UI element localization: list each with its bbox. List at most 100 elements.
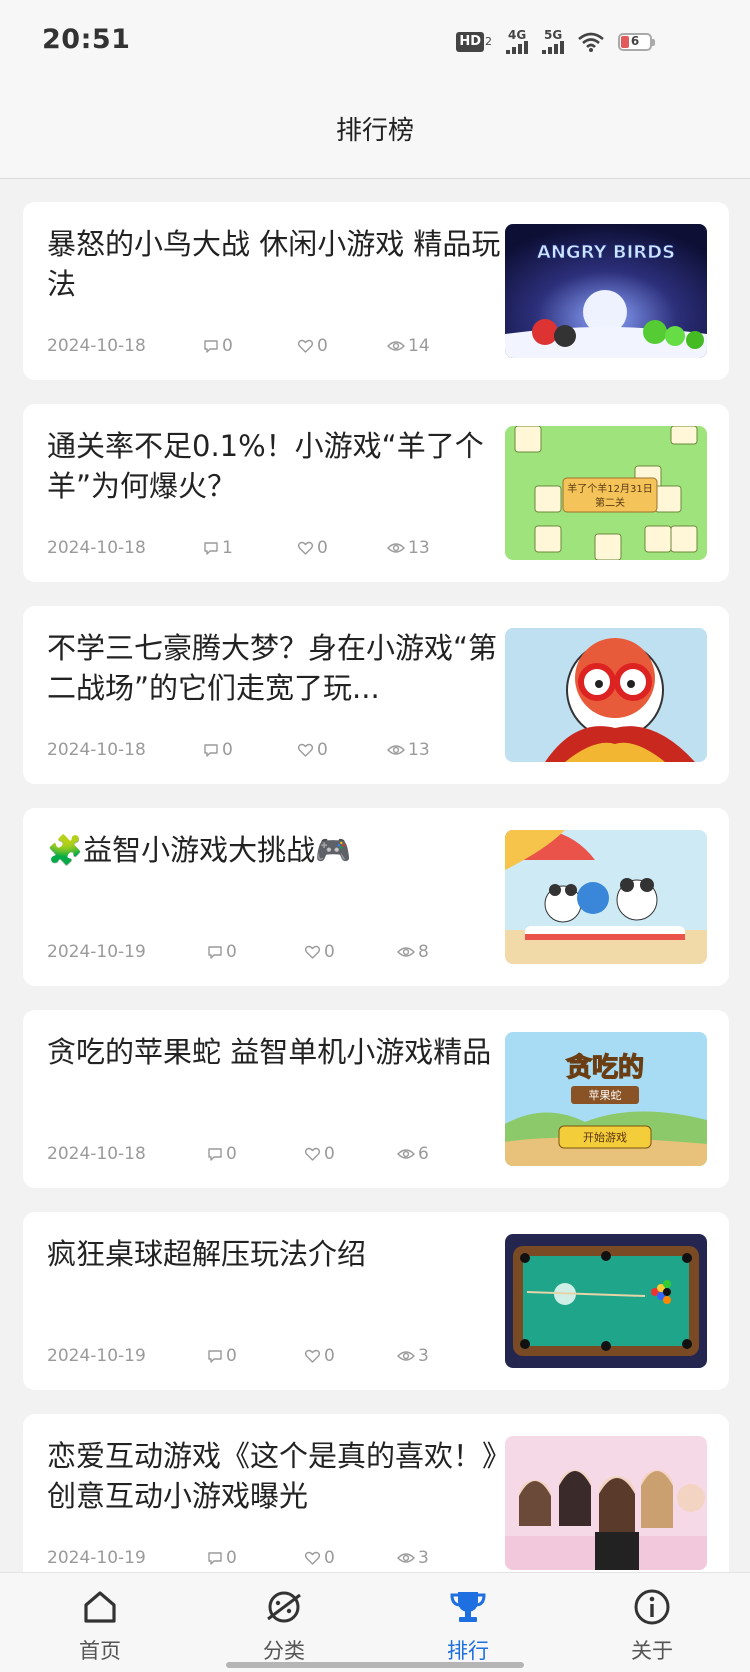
article-date: 2024-10-19	[47, 1548, 146, 1568]
article-meta: 2024-10-18 0 0 6	[47, 1144, 477, 1166]
battery-level: 6	[630, 34, 640, 48]
like-count-value: 0	[317, 336, 328, 356]
view-count: 14	[387, 336, 430, 356]
view-count-value: 3	[418, 1548, 429, 1568]
like-count: 0	[297, 336, 328, 356]
nav-label-home: 首页	[79, 1639, 121, 1663]
article-card[interactable]: 贪吃的苹果蛇 益智单机小游戏精品 2024-10-18 0 0 6 贪吃的 苹果…	[23, 1010, 729, 1188]
view-count: 3	[397, 1548, 429, 1568]
article-card[interactable]: 通关率不足0.1%！小游戏“羊了个羊”为何爆火？ 2024-10-18 1 0 …	[23, 404, 729, 582]
article-date: 2024-10-18	[47, 538, 146, 558]
comment-count: 0	[207, 1144, 237, 1164]
view-count: 6	[397, 1144, 429, 1164]
status-bar: 20:51 HD 2 4G 5G 6	[0, 0, 750, 84]
billiards-table-thumbnail	[505, 1234, 707, 1368]
home-icon	[84, 1591, 116, 1623]
nav-item-category[interactable]: 分类	[224, 1573, 344, 1672]
bottom-nav: 首页 分类 排行 关于	[0, 1572, 750, 1672]
article-meta: 2024-10-19 0 0 3	[47, 1346, 477, 1368]
hd-sub: 2	[485, 35, 492, 48]
comment-icon	[208, 1552, 222, 1565]
net-4g-label: 4G	[508, 28, 527, 42]
views-icon	[397, 947, 415, 957]
thumb-sub: 第二关	[595, 496, 625, 509]
nav-item-home[interactable]: 首页	[40, 1573, 160, 1672]
views-icon	[387, 543, 405, 553]
like-icon	[304, 1349, 321, 1363]
nav-item-about[interactable]: 关于	[592, 1573, 712, 1672]
page-title: 排行榜	[335, 116, 414, 146]
comment-count-value: 1	[222, 538, 233, 558]
article-meta: 2024-10-18 0 0 14	[47, 336, 477, 358]
like-count-value: 0	[324, 942, 335, 962]
article-card[interactable]: 🧩益智小游戏大挑战🎮 2024-10-19 0 0 8	[23, 808, 729, 986]
article-title: 通关率不足0.1%！小游戏“羊了个羊”为何爆火？	[47, 429, 484, 503]
like-count-value: 0	[317, 740, 328, 760]
view-count: 13	[387, 740, 430, 760]
article-meta: 2024-10-18 1 0 13	[47, 538, 477, 560]
status-icons: HD 2 4G 5G 6	[456, 28, 655, 54]
article-card[interactable]: 恋爱互动游戏《这个是真的喜欢！》创意互动小游戏曝光 2024-10-19 0 0…	[23, 1414, 729, 1592]
like-count-value: 0	[317, 538, 328, 558]
comment-icon	[204, 542, 218, 555]
comment-icon	[208, 1350, 222, 1363]
comment-count: 0	[203, 740, 233, 760]
like-icon	[304, 1147, 321, 1161]
screen: 20:51 HD 2 4G 5G 6 排行榜 暴怒的小鸟大战 休闲小游戏 精品玩…	[0, 0, 750, 1672]
like-icon	[297, 541, 314, 555]
home-indicator	[226, 1662, 524, 1668]
article-date: 2024-10-18	[47, 336, 146, 356]
view-count-value: 8	[418, 942, 429, 962]
views-icon	[397, 1149, 415, 1159]
views-icon	[397, 1351, 415, 1361]
title-bar: 排行榜	[0, 84, 750, 179]
view-count-value: 14	[408, 336, 430, 356]
article-title: 不学三七豪腾大梦？身在小游戏“第二战场”的它们走宽了玩...	[47, 631, 498, 705]
article-date: 2024-10-18	[47, 1144, 146, 1164]
like-count: 0	[304, 1144, 335, 1164]
thumb-text: ANGRY BIRDS	[537, 242, 675, 263]
monkey-character-thumbnail	[505, 628, 707, 762]
comment-count: 0	[207, 942, 237, 962]
like-count: 0	[304, 1346, 335, 1366]
view-count-value: 13	[408, 538, 430, 558]
comment-icon	[204, 340, 218, 353]
comment-icon	[208, 946, 222, 959]
romance-game-thumbnail	[505, 1436, 707, 1570]
view-count: 3	[397, 1346, 429, 1366]
like-count: 0	[304, 942, 335, 962]
comment-count: 0	[203, 336, 233, 356]
nav-label-ranking: 排行	[447, 1639, 489, 1663]
like-icon	[297, 743, 314, 757]
comment-count-value: 0	[226, 1144, 237, 1164]
article-card[interactable]: 暴怒的小鸟大战 休闲小游戏 精品玩法 2024-10-18 0 0 14 ANG…	[23, 202, 729, 380]
article-title: 暴怒的小鸟大战 休闲小游戏 精品玩法	[47, 227, 501, 301]
nav-item-ranking[interactable]: 排行	[408, 1573, 528, 1672]
status-time: 20:51	[42, 24, 131, 55]
like-icon	[297, 339, 314, 353]
like-count: 0	[304, 1548, 335, 1568]
thumb-btn: 开始游戏	[583, 1130, 627, 1144]
thumb-sub: 苹果蛇	[589, 1088, 622, 1102]
nav-label-about: 关于	[631, 1639, 673, 1663]
trophy-icon	[450, 1592, 486, 1622]
nav-label-category: 分类	[263, 1639, 305, 1663]
comment-count: 0	[207, 1346, 237, 1366]
like-count-value: 0	[324, 1144, 335, 1164]
thumb-text: 贪吃的	[566, 1052, 644, 1083]
view-count-value: 13	[408, 740, 430, 760]
comment-count-value: 0	[226, 1346, 237, 1366]
view-count: 13	[387, 538, 430, 558]
net-5g-label: 5G	[544, 28, 563, 42]
comment-icon	[208, 1148, 222, 1161]
article-date: 2024-10-18	[47, 740, 146, 760]
article-card[interactable]: 不学三七豪腾大梦？身在小游戏“第二战场”的它们走宽了玩... 2024-10-1…	[23, 606, 729, 784]
angry-birds-thumbnail: ANGRY BIRDS	[505, 224, 707, 358]
hd-voice-icon: HD 2	[456, 32, 492, 52]
comment-count: 1	[203, 538, 233, 558]
like-count: 0	[297, 740, 328, 760]
article-card[interactable]: 疯狂桌球超解压玩法介绍 2024-10-19 0 0 3	[23, 1212, 729, 1390]
panda-beach-thumbnail	[505, 830, 707, 964]
view-count-value: 3	[418, 1346, 429, 1366]
view-count: 8	[397, 942, 429, 962]
